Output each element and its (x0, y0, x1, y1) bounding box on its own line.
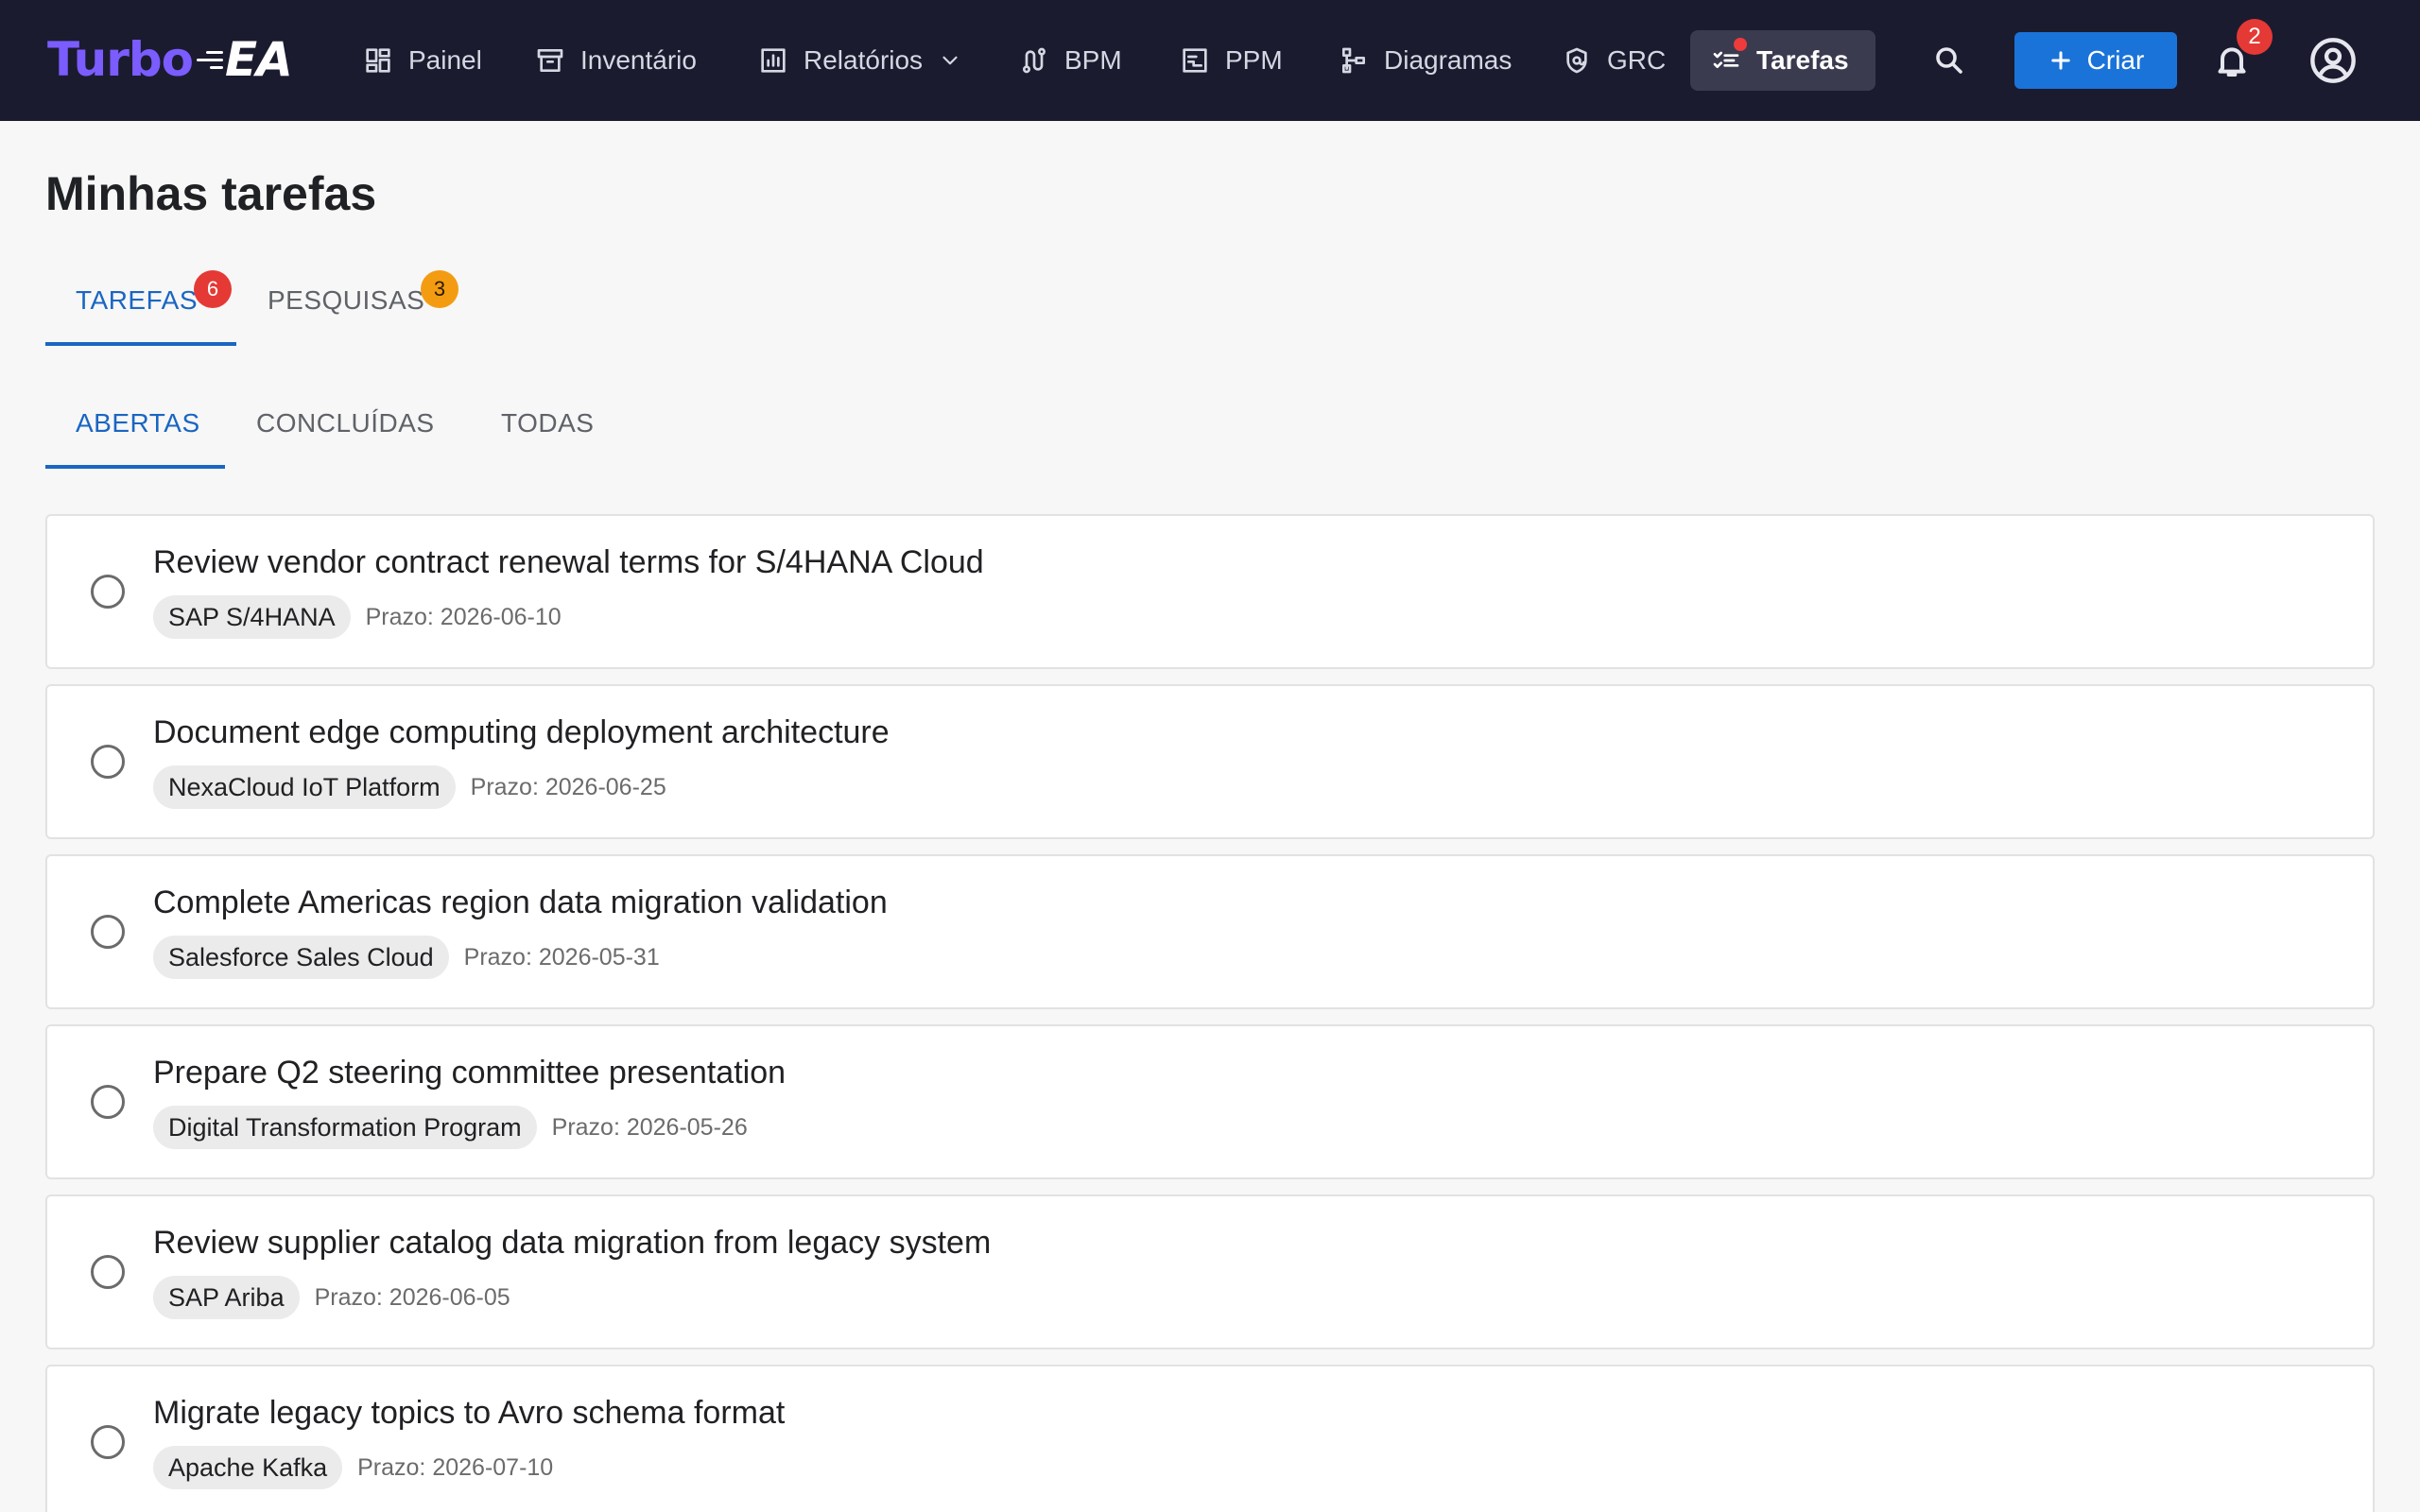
turboea-logo[interactable]: Turbo EA (47, 28, 293, 91)
pesquisas-count-badge: 3 (421, 270, 458, 308)
task-card[interactable]: Review supplier catalog data migration f… (45, 1194, 2375, 1349)
tab-abertas-label: Abertas (76, 408, 200, 438)
task-meta: Apache Kafka Prazo: 2026-07-10 (153, 1446, 553, 1489)
task-card[interactable]: Review vendor contract renewal terms for… (45, 514, 2375, 669)
nav-painel[interactable]: Painel (342, 30, 503, 91)
task-meta: SAP Ariba Prazo: 2026-06-05 (153, 1276, 510, 1319)
logo-text-ea: EA (225, 32, 293, 87)
tab-pesquisas[interactable]: Pesquisas (268, 285, 424, 316)
task-complete-radio[interactable] (91, 1085, 125, 1119)
account-button[interactable] (2307, 34, 2360, 87)
task-item-chip[interactable]: Apache Kafka (153, 1446, 343, 1489)
tab-todas-label: Todas (501, 408, 595, 438)
task-title: Review vendor contract renewal terms for… (153, 544, 984, 580)
tab-abertas-indicator (45, 465, 225, 469)
nav-tarefas[interactable]: Tarefas (1690, 30, 1876, 91)
tab-tarefas[interactable]: Tarefas (76, 285, 198, 316)
task-title: Review supplier catalog data migration f… (153, 1225, 992, 1261)
create-button-label: Criar (2086, 45, 2145, 75)
task-card[interactable]: Complete Americas region data migration … (45, 854, 2375, 1009)
task-title: Document edge computing deployment archi… (153, 714, 890, 750)
logo-speed-lines (197, 46, 224, 74)
task-complete-radio[interactable] (91, 1255, 125, 1289)
tab-tarefas-indicator (45, 342, 236, 346)
nav-diagramas[interactable]: Diagramas (1318, 30, 1532, 91)
nav-inventario[interactable]: Inventário (514, 30, 717, 91)
diagram-tree-icon (1342, 47, 1365, 74)
nav-ppm-label: PPM (1225, 45, 1283, 75)
search-icon (1936, 47, 1962, 74)
dashboard-icon (366, 48, 390, 73)
nav-inventario-label: Inventário (580, 45, 697, 75)
task-due-date: Prazo: 2026-05-31 (463, 943, 660, 971)
report-chart-icon (761, 48, 786, 73)
nav-bpm-label: BPM (1064, 45, 1122, 75)
create-button[interactable]: Criar (2014, 32, 2177, 89)
nav-tarefas-label: Tarefas (1756, 45, 1849, 75)
task-due-date: Prazo: 2026-06-10 (365, 603, 562, 630)
logo-text-turbo: Turbo (47, 32, 194, 87)
tab-tarefas-label: Tarefas (76, 285, 199, 315)
task-due-date: Prazo: 2026-07-10 (357, 1453, 554, 1481)
task-card[interactable]: Prepare Q2 steering committee presentati… (45, 1024, 2375, 1179)
task-complete-radio[interactable] (91, 915, 125, 949)
search-button[interactable] (1927, 38, 1972, 83)
page-title: Minhas tarefas (45, 167, 377, 220)
chevron-down-icon (942, 56, 958, 65)
tab-todas[interactable]: Todas (501, 408, 594, 438)
tab-concluidas-label: Concluídas (256, 408, 435, 438)
task-card[interactable]: Document edge computing deployment archi… (45, 684, 2375, 839)
task-due-date: Prazo: 2026-05-26 (551, 1113, 748, 1141)
task-complete-radio[interactable] (91, 575, 125, 609)
task-title: Prepare Q2 steering committee presentati… (153, 1055, 786, 1091)
nav-diagramas-label: Diagramas (1384, 45, 1512, 75)
plus-icon (2050, 51, 2070, 70)
top-navigation-bar: Turbo EA Painel Inventário Relatórios BP… (0, 0, 2420, 121)
task-meta: SAP S/4HANA Prazo: 2026-06-10 (153, 595, 562, 639)
task-item-chip[interactable]: Digital Transformation Program (153, 1106, 537, 1149)
task-item-chip[interactable]: SAP Ariba (153, 1276, 300, 1319)
task-item-chip[interactable]: Salesforce Sales Cloud (153, 936, 449, 979)
task-due-date: Prazo: 2026-06-25 (470, 773, 666, 800)
nav-painel-label: Painel (408, 45, 482, 75)
task-complete-radio[interactable] (91, 1425, 125, 1459)
nav-relatorios[interactable]: Relatórios (737, 30, 983, 91)
user-circle-icon (2310, 38, 2356, 83)
task-meta: NexaCloud IoT Platform Prazo: 2026-06-25 (153, 765, 666, 809)
tarefas-count-badge: 6 (194, 270, 232, 308)
task-meta: Digital Transformation Program Prazo: 20… (153, 1106, 748, 1149)
tab-abertas[interactable]: Abertas (76, 408, 200, 438)
nav-bpm[interactable]: BPM (998, 30, 1143, 91)
task-complete-radio[interactable] (91, 745, 125, 779)
shield-icon (1566, 47, 1587, 74)
tab-pesquisas-label: Pesquisas (268, 285, 425, 315)
task-card[interactable]: Migrate legacy topics to Avro schema for… (45, 1365, 2375, 1512)
tab-concluidas[interactable]: Concluídas (256, 408, 435, 438)
process-route-icon (1023, 47, 1046, 74)
task-due-date: Prazo: 2026-06-05 (314, 1283, 510, 1311)
project-board-icon (1183, 48, 1207, 73)
new-tasks-indicator-dot (1734, 38, 1747, 51)
nav-ppm[interactable]: PPM (1159, 30, 1304, 91)
task-title: Complete Americas region data migration … (153, 885, 888, 920)
nav-relatorios-label: Relatórios (804, 45, 924, 75)
task-meta: Salesforce Sales Cloud Prazo: 2026-05-31 (153, 936, 660, 979)
task-item-chip[interactable]: SAP S/4HANA (153, 595, 351, 639)
task-item-chip[interactable]: NexaCloud IoT Platform (153, 765, 456, 809)
nav-grc-label: GRC (1607, 45, 1667, 75)
nav-grc[interactable]: GRC (1541, 30, 1686, 91)
task-title: Migrate legacy topics to Avro schema for… (153, 1395, 786, 1431)
notifications-count-badge: 2 (2237, 19, 2273, 55)
archive-icon (537, 49, 563, 72)
